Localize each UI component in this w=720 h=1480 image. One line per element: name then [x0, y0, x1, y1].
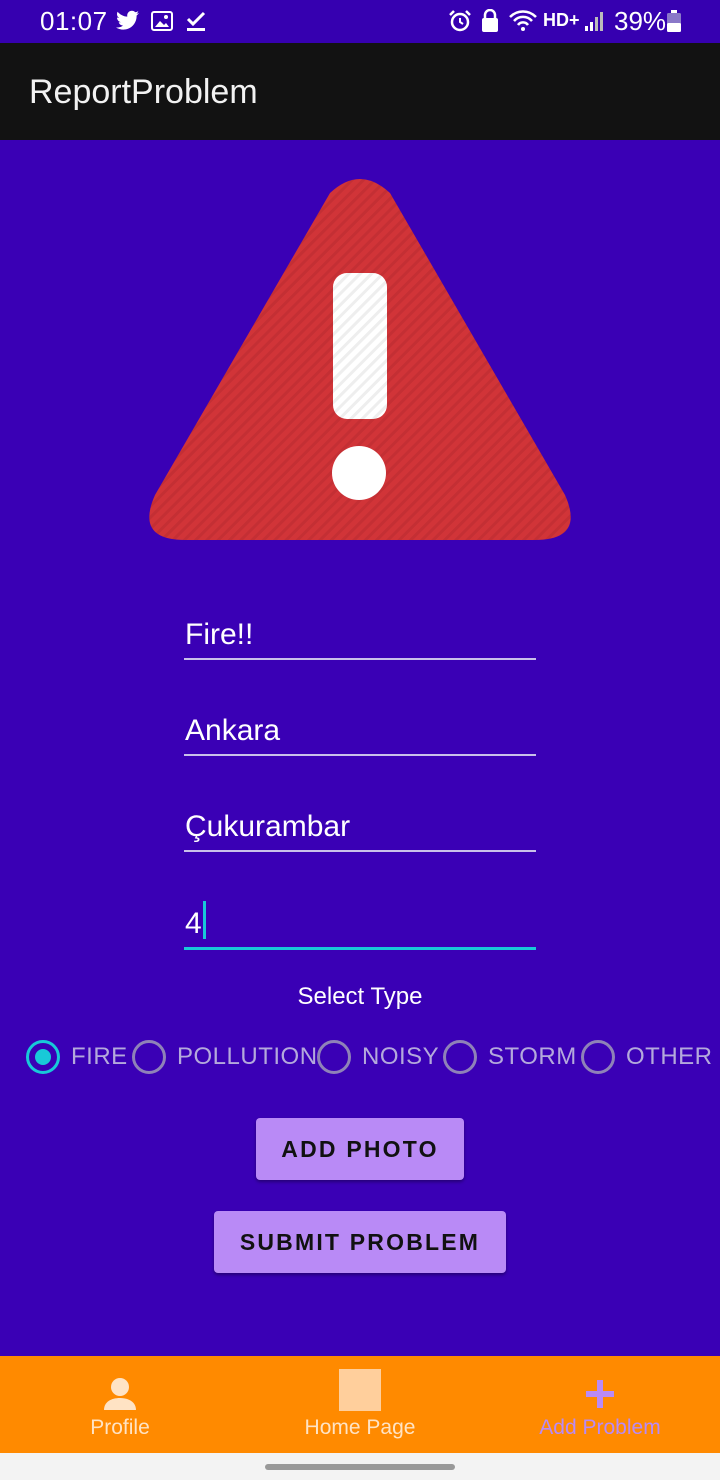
- wifi-icon: [509, 10, 537, 31]
- radio-label: STORM: [488, 1043, 577, 1070]
- home-square-icon: [339, 1369, 381, 1411]
- battery-percent: 39%: [614, 6, 667, 36]
- nav-item-home[interactable]: Home Page: [240, 1356, 480, 1453]
- number-field-value: 4: [185, 907, 202, 940]
- warning-triangle-icon: [149, 179, 571, 540]
- district-field-value: Çukurambar: [185, 810, 351, 843]
- radio-unchecked-icon: [581, 1040, 615, 1074]
- network-type: HD+: [543, 10, 580, 30]
- app-title: ReportProblem: [29, 73, 258, 111]
- city-field[interactable]: Ankara: [184, 696, 536, 756]
- nav-label-home: Home Page: [304, 1416, 416, 1439]
- image-icon: [151, 11, 173, 31]
- plus-icon: [586, 1380, 614, 1408]
- status-bar: 01:07 HD+ 39%: [0, 0, 720, 43]
- radio-label: POLLUTION: [177, 1043, 318, 1070]
- radio-pollution[interactable]: POLLUTION: [132, 1035, 318, 1079]
- radio-fire[interactable]: FIRE: [26, 1035, 128, 1079]
- bottom-navigation: Profile Home Page Add Problem: [0, 1356, 720, 1453]
- type-radio-group: FIRE POLLUTION NOISY STORM OTHER: [0, 1035, 720, 1079]
- twitter-icon: [116, 10, 139, 30]
- gesture-bar: [0, 1453, 720, 1480]
- submit-problem-button[interactable]: SUBMIT PROBLEM: [214, 1211, 506, 1273]
- title-field[interactable]: Fire!!: [184, 600, 536, 660]
- battery-icon: [667, 10, 681, 32]
- person-icon: [104, 1378, 136, 1410]
- radio-label: NOISY: [362, 1043, 440, 1070]
- add-photo-button[interactable]: ADD PHOTO: [256, 1118, 464, 1180]
- app-bar: ReportProblem: [0, 43, 720, 140]
- radio-label: OTHER: [626, 1043, 713, 1070]
- home-gesture-handle[interactable]: [265, 1464, 455, 1470]
- number-field[interactable]: 4: [184, 890, 536, 950]
- title-field-value: Fire!!: [185, 618, 254, 651]
- lock-icon: [482, 9, 498, 32]
- city-field-value: Ankara: [185, 714, 281, 747]
- download-done-icon: [186, 11, 206, 31]
- alarm-icon: [449, 10, 471, 32]
- district-field[interactable]: Çukurambar: [184, 792, 536, 852]
- radio-unchecked-icon: [132, 1040, 166, 1074]
- nav-item-add-problem[interactable]: Add Problem: [480, 1356, 720, 1453]
- nav-label-add-problem: Add Problem: [539, 1416, 661, 1439]
- select-type-label: Select Type: [297, 983, 423, 1010]
- radio-noisy[interactable]: NOISY: [317, 1035, 439, 1079]
- radio-label: FIRE: [71, 1043, 128, 1070]
- nav-item-profile[interactable]: Profile: [0, 1356, 240, 1453]
- report-form-screen: Fire!! Ankara Çukurambar 4 Select Type F…: [0, 140, 720, 1356]
- radio-storm[interactable]: STORM: [443, 1035, 577, 1079]
- status-time: 01:07: [40, 6, 108, 36]
- signal-icon: [585, 12, 603, 31]
- radio-checked-icon: [26, 1040, 60, 1074]
- text-cursor: [202, 901, 206, 939]
- nav-label-profile: Profile: [90, 1416, 150, 1439]
- radio-unchecked-icon: [317, 1040, 351, 1074]
- radio-other[interactable]: OTHER: [581, 1035, 713, 1079]
- radio-unchecked-icon: [443, 1040, 477, 1074]
